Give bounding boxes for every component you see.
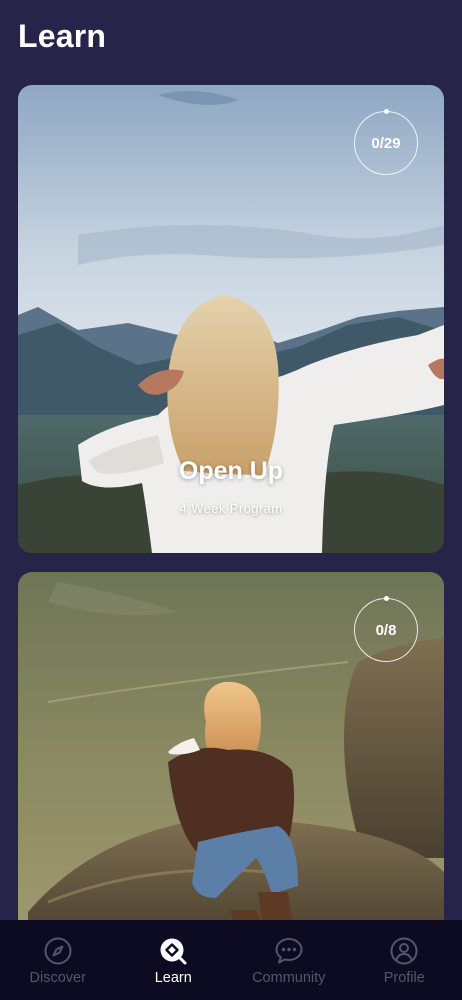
person-icon bbox=[390, 937, 418, 965]
chat-bubble-icon bbox=[275, 938, 303, 964]
program-title: Open Up bbox=[178, 457, 284, 485]
progress-ring: 0/29 bbox=[354, 109, 418, 175]
progress-count: 0/8 bbox=[375, 621, 397, 639]
compass-icon bbox=[44, 937, 72, 965]
learn-diamond-icon bbox=[160, 938, 187, 965]
program-subtitle: 4 Week Program bbox=[179, 501, 283, 516]
nav-label: Profile bbox=[383, 970, 425, 986]
program-card-2[interactable]: 0/8 bbox=[18, 572, 444, 952]
progress-indicator-dot bbox=[383, 109, 389, 114]
nav-label: Discover bbox=[29, 970, 86, 986]
nav-item-profile[interactable]: Profile bbox=[347, 920, 462, 1000]
nav-label: Community bbox=[252, 970, 326, 986]
progress-count: 0/29 bbox=[371, 134, 401, 152]
progress-indicator-dot bbox=[383, 596, 389, 601]
bottom-navigation: Discover Learn Community Profile bbox=[0, 920, 462, 1000]
nav-label: Learn bbox=[154, 970, 192, 986]
nav-item-learn[interactable]: Learn bbox=[116, 920, 232, 1000]
progress-ring: 0/8 bbox=[354, 596, 418, 662]
nav-item-discover[interactable]: Discover bbox=[0, 920, 116, 1000]
learn-screen: Learn 0/29 Open Up 4 Week Program 0/8 Di… bbox=[0, 0, 462, 1000]
page-title: Learn bbox=[18, 18, 107, 54]
nav-item-community[interactable]: Community bbox=[231, 920, 347, 1000]
program-card-open-up[interactable]: 0/29 Open Up 4 Week Program bbox=[18, 85, 444, 553]
